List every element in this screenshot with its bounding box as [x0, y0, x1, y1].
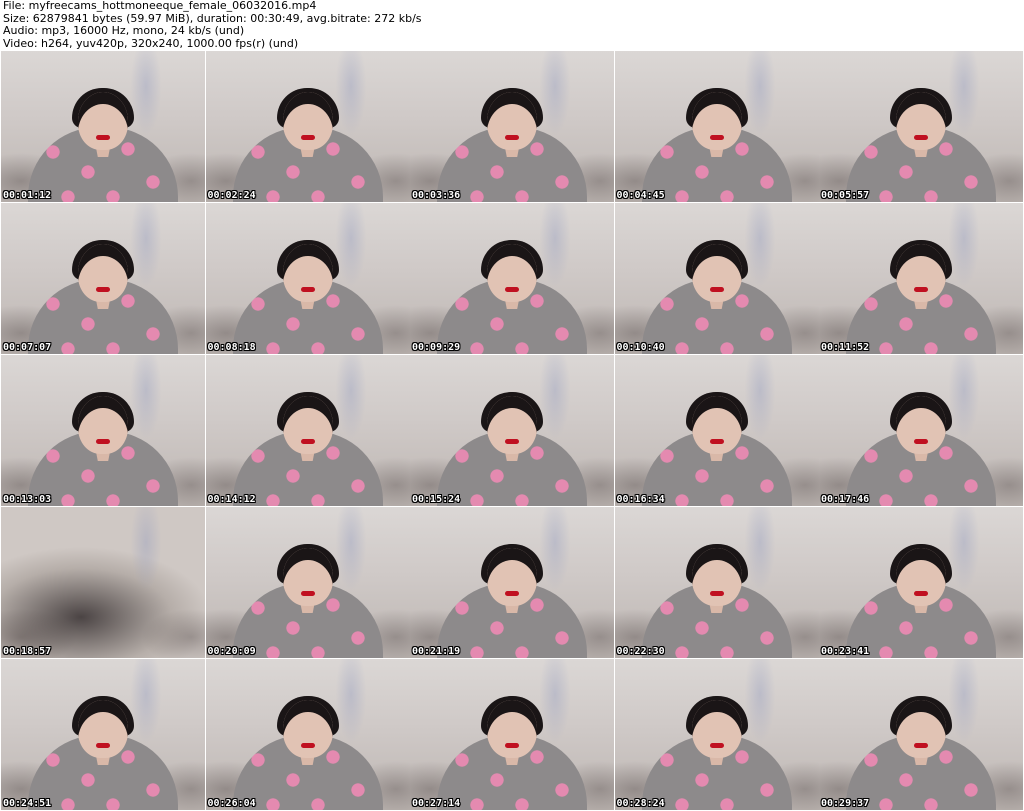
video-thumbnail[interactable]: 00:01:12: [1, 51, 205, 202]
thumbnail-timestamp: 00:05:57: [821, 190, 870, 201]
thumbnail-timestamp: 00:15:24: [412, 494, 461, 505]
thumbnail-timestamp: 00:02:24: [207, 190, 256, 201]
thumbnail-scene: [232, 392, 383, 506]
thumbnail-timestamp: 00:08:18: [207, 342, 256, 353]
thumbnail-scene: [437, 544, 587, 658]
video-thumbnail[interactable]: 00:07:07: [1, 203, 205, 354]
file-info-header: File: myfreecams_hottmoneeque_female_060…: [3, 0, 1021, 50]
thumbnail-scene: [846, 544, 996, 658]
video-thumbnail[interactable]: 00:08:18: [205, 203, 410, 354]
video-thumbnail[interactable]: 00:03:36: [410, 51, 614, 202]
thumbnail-timestamp: 00:10:40: [616, 342, 665, 353]
thumbnail-timestamp: 00:14:12: [207, 494, 256, 505]
video-thumbnail[interactable]: 00:10:40: [614, 203, 819, 354]
thumbnail-scene: [437, 240, 587, 354]
video-thumbnail[interactable]: 00:24:51: [1, 659, 205, 810]
thumbnail-scene: [846, 240, 996, 354]
video-thumbnail[interactable]: 00:16:34: [614, 355, 819, 506]
thumbnail-timestamp: 00:03:36: [412, 190, 461, 201]
thumbnail-scene: [641, 544, 792, 658]
thumbnail-scene: [846, 696, 996, 810]
video-thumbnail[interactable]: 00:20:09: [205, 507, 410, 658]
video-thumbnail[interactable]: 00:04:45: [614, 51, 819, 202]
thumbnail-timestamp: 00:17:46: [821, 494, 870, 505]
thumbnail-timestamp: 00:04:45: [616, 190, 665, 201]
video-thumbnail[interactable]: 00:22:30: [614, 507, 819, 658]
thumbnail-timestamp: 00:20:09: [207, 646, 256, 657]
thumbnail-scene: [641, 696, 792, 810]
thumbnail-timestamp: 00:23:41: [821, 646, 870, 657]
thumbnail-scene: [232, 696, 383, 810]
thumbnail-scene: [232, 240, 383, 354]
thumbnail-scene: [28, 392, 178, 506]
video-thumbnail[interactable]: 00:26:04: [205, 659, 410, 810]
thumbnail-timestamp: 00:01:12: [3, 190, 52, 201]
video-thumbnail[interactable]: 00:28:24: [614, 659, 819, 810]
thumbnail-scene: [437, 696, 587, 810]
video-thumbnail[interactable]: 00:15:24: [410, 355, 614, 506]
thumbnail-timestamp: 00:27:14: [412, 798, 461, 809]
thumbnail-scene: [232, 88, 383, 202]
thumbnail-scene: [846, 392, 996, 506]
thumbnail-timestamp: 00:28:24: [616, 798, 665, 809]
video-thumbnail[interactable]: 00:02:24: [205, 51, 410, 202]
thumbnail-scene: [846, 88, 996, 202]
thumbnail-timestamp: 00:29:37: [821, 798, 870, 809]
thumbnail-scene: [28, 240, 178, 354]
thumbnail-scene: [437, 88, 587, 202]
file-name-line: File: myfreecams_hottmoneeque_female_060…: [3, 0, 317, 12]
video-info-line: Video: h264, yuv420p, 320x240, 1000.00 f…: [3, 36, 299, 50]
thumbnail-scene: [641, 392, 792, 506]
thumbnail-scene: [28, 88, 178, 202]
thumbnail-timestamp: 00:22:30: [616, 646, 665, 657]
thumbnail-scene: [641, 88, 792, 202]
video-thumbnail[interactable]: 00:17:46: [819, 355, 1023, 506]
thumbnail-timestamp: 00:09:29: [412, 342, 461, 353]
video-thumbnail[interactable]: 00:05:57: [819, 51, 1023, 202]
video-thumbnail[interactable]: 00:27:14: [410, 659, 614, 810]
thumbnail-timestamp: 00:18:57: [3, 646, 52, 657]
video-thumbnail[interactable]: 00:13:03: [1, 355, 205, 506]
thumbnail-timestamp: 00:26:04: [207, 798, 256, 809]
audio-info-line: Audio: mp3, 16000 Hz, mono, 24 kb/s (und…: [3, 24, 245, 37]
video-thumbnail[interactable]: 00:29:37: [819, 659, 1023, 810]
thumbnail-timestamp: 00:16:34: [616, 494, 665, 505]
thumbnail-timestamp: 00:24:51: [3, 798, 52, 809]
video-thumbnail[interactable]: 00:21:19: [410, 507, 614, 658]
thumbnail-scene: [232, 544, 383, 658]
thumbnail-timestamp: 00:07:07: [3, 342, 52, 353]
video-thumbnail[interactable]: 00:14:12: [205, 355, 410, 506]
thumbnail-timestamp: 00:13:03: [3, 494, 52, 505]
thumbnail-timestamp: 00:11:52: [821, 342, 870, 353]
thumbnail-scene: [641, 240, 792, 354]
thumbnail-timestamp: 00:21:19: [412, 646, 461, 657]
thumbnail-grid: 00:01:12 00:02:24 00:03:36 00:04:45 00:0…: [1, 51, 1023, 811]
video-thumbnail[interactable]: 00:23:41: [819, 507, 1023, 658]
thumbnail-scene: [28, 696, 178, 810]
video-thumbnail[interactable]: 00:11:52: [819, 203, 1023, 354]
thumbnail-scene: [437, 392, 587, 506]
video-thumbnail[interactable]: 00:18:57: [1, 507, 205, 658]
video-thumbnail[interactable]: 00:09:29: [410, 203, 614, 354]
